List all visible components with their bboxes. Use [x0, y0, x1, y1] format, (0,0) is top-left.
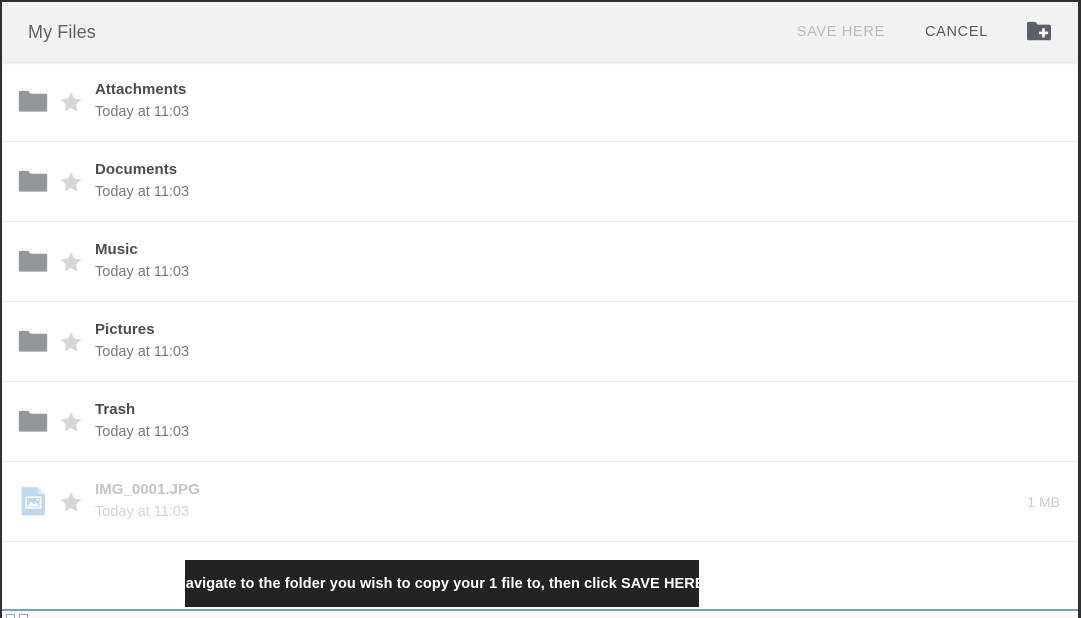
mini-tab-indicator: [19, 614, 28, 618]
file-modified: Today at 11:03: [95, 424, 190, 441]
mini-tab-indicator: [6, 614, 15, 618]
table-row[interactable]: Music Today at 11:03: [2, 222, 1078, 302]
table-row[interactable]: Trash Today at 11:03: [2, 382, 1078, 462]
table-row[interactable]: Attachments Today at 11:03: [2, 62, 1078, 142]
file-picker-window: My Files SAVE HERE CANCEL Attachments To…: [0, 0, 1081, 618]
star-icon[interactable]: [56, 407, 86, 437]
row-text: Music Today at 11:03: [95, 241, 1042, 282]
folder-icon: [16, 325, 50, 359]
file-name: IMG_0001.JPG: [95, 481, 200, 498]
file-modified: Today at 11:03: [95, 264, 190, 281]
star-icon: [56, 487, 86, 517]
folder-icon: [16, 405, 50, 439]
row-text: Attachments Today at 11:03: [95, 81, 1042, 122]
toast-message: Navigate to the folder you wish to copy …: [175, 575, 709, 592]
row-text: Documents Today at 11:03: [95, 161, 1042, 202]
table-row[interactable]: Pictures Today at 11:03: [2, 302, 1078, 382]
new-folder-icon: [1026, 20, 1052, 45]
file-name: Trash: [95, 401, 136, 418]
file-modified: Today at 11:03: [95, 104, 190, 121]
file-name: Attachments: [95, 81, 187, 98]
folder-icon: [16, 245, 50, 279]
image-file-icon: [16, 485, 50, 519]
star-icon[interactable]: [56, 327, 86, 357]
save-here-button[interactable]: SAVE HERE: [783, 15, 899, 49]
folder-icon: [16, 85, 50, 119]
file-modified: Today at 11:03: [95, 344, 190, 361]
star-icon[interactable]: [56, 247, 86, 277]
page-title: My Files: [28, 21, 96, 42]
file-name: Pictures: [95, 321, 155, 338]
table-row[interactable]: Documents Today at 11:03: [2, 142, 1078, 222]
file-size: 1 MB: [1027, 493, 1060, 510]
file-modified: Today at 11:03: [95, 504, 190, 521]
file-name: Documents: [95, 161, 178, 178]
row-text: Trash Today at 11:03: [95, 401, 1042, 442]
row-text: IMG_0001.JPG Today at 11:03: [95, 481, 1009, 522]
folder-icon: [16, 165, 50, 199]
file-modified: Today at 11:03: [95, 184, 190, 201]
new-folder-button[interactable]: [1022, 15, 1056, 49]
file-name: Music: [95, 241, 138, 258]
row-text: Pictures Today at 11:03: [95, 321, 1042, 362]
star-icon[interactable]: [56, 87, 86, 117]
bottom-status-strip: [2, 609, 1078, 618]
star-icon[interactable]: [56, 167, 86, 197]
toast-notification: Navigate to the folder you wish to copy …: [175, 560, 709, 607]
header-bar: My Files SAVE HERE CANCEL: [2, 2, 1078, 62]
file-list: Attachments Today at 11:03 Documents Tod…: [2, 62, 1078, 542]
table-row: IMG_0001.JPG Today at 11:03 1 MB: [2, 462, 1078, 542]
cancel-button[interactable]: CANCEL: [911, 15, 1002, 49]
